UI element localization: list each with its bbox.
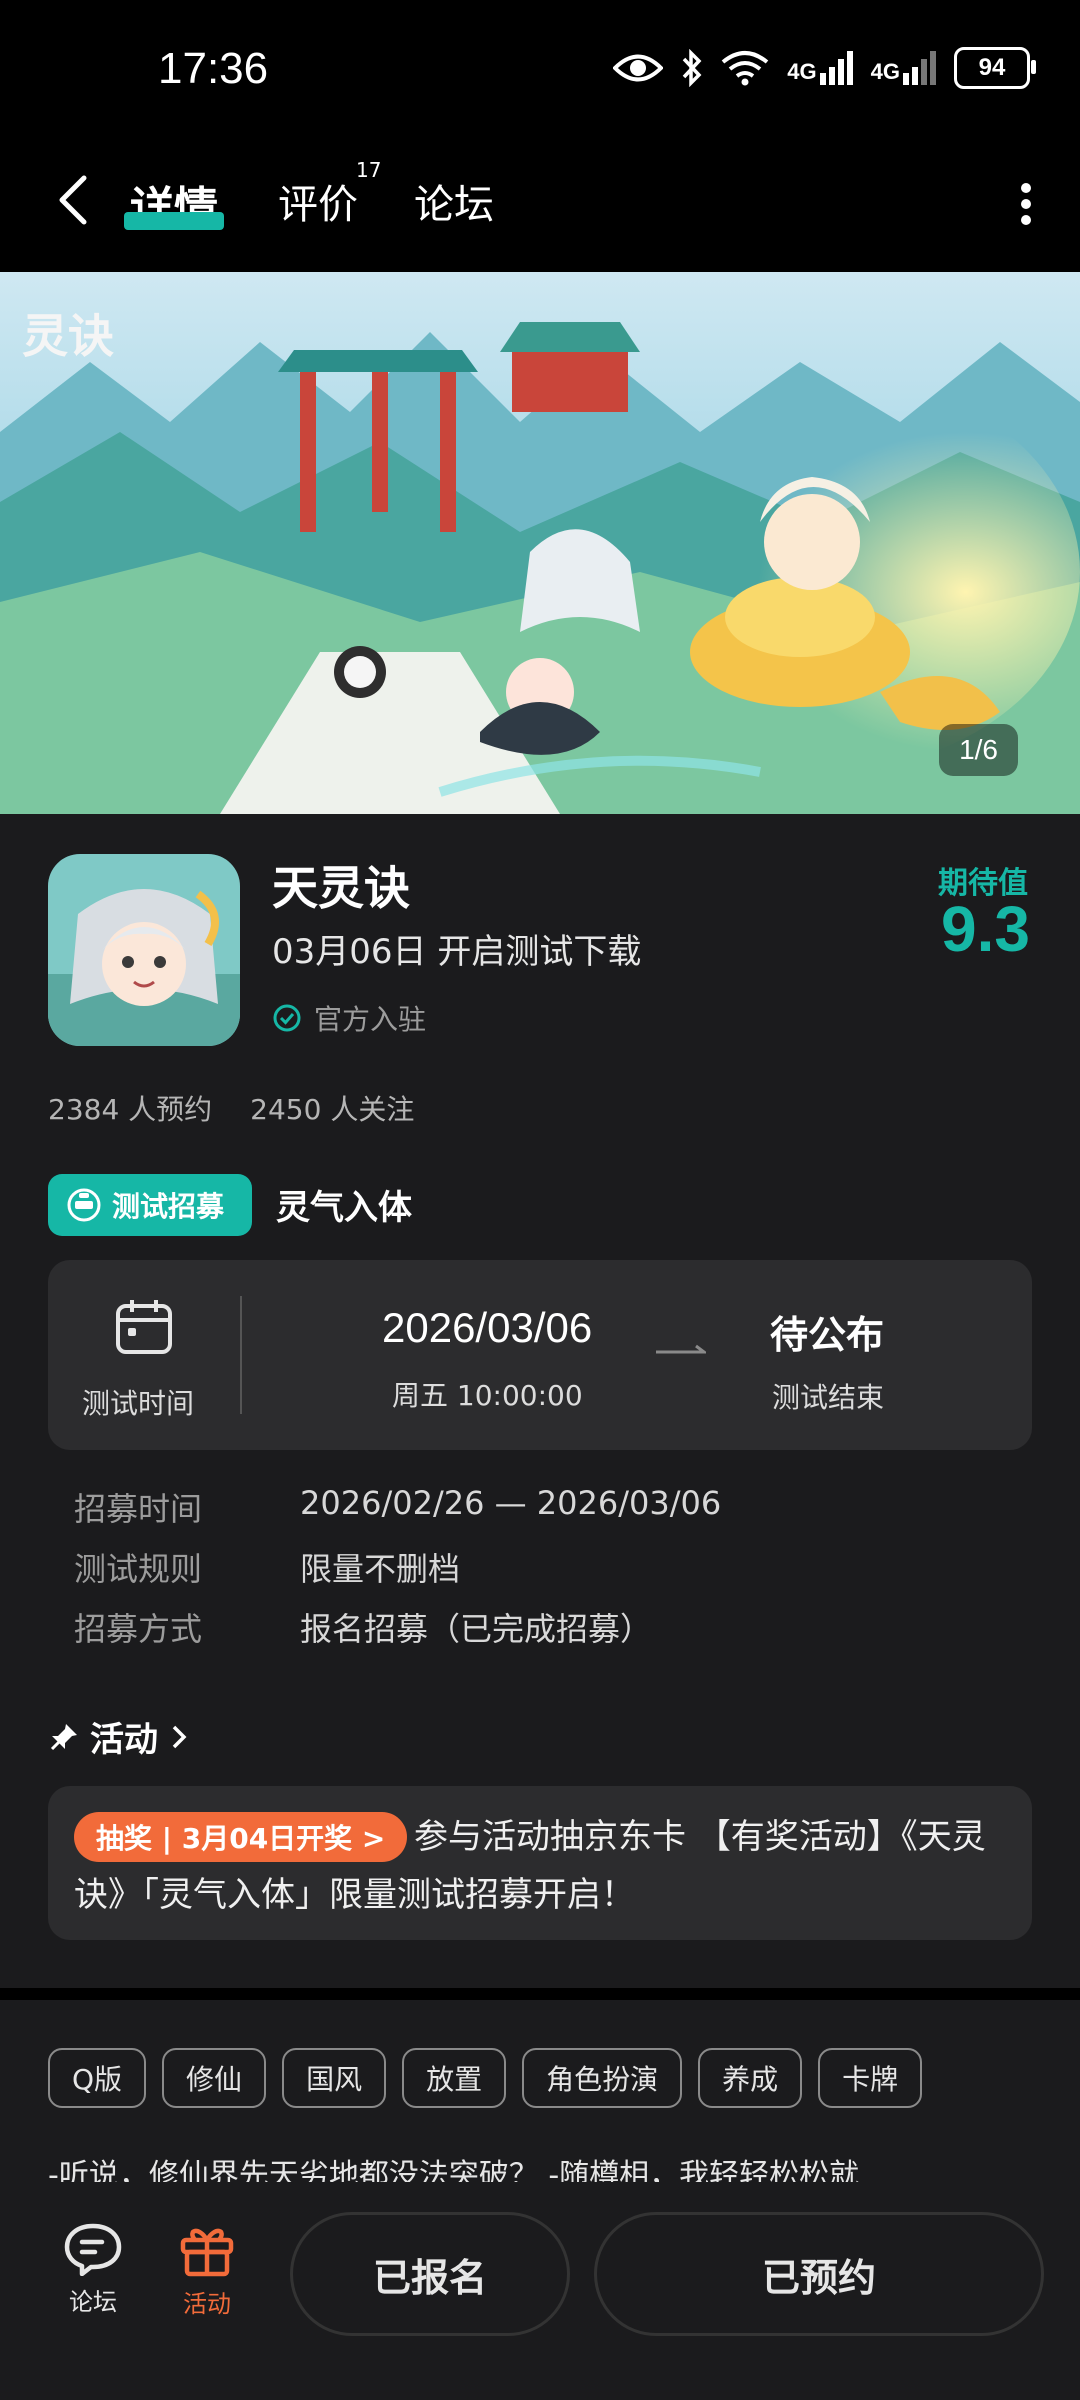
status-icons: 4G 4G 94 xyxy=(613,44,1036,92)
carousel-counter: 1/6 xyxy=(939,724,1018,776)
bottom-activity-button[interactable]: 活动 xyxy=(162,2220,252,2319)
top-nav: 详情 评价 论坛 xyxy=(0,148,1080,272)
test-time-label: 测试时间 xyxy=(82,1387,195,1420)
forum-chat-icon xyxy=(64,2223,122,2277)
reserved-button[interactable]: 已预约 xyxy=(594,2212,1044,2336)
activity-card[interactable]: 参与活动抽京东卡 【有奖活动】《天灵诀》「灵气入体」限量测试招募开启！ 抽奖 |… xyxy=(48,1786,1032,1940)
registered-button[interactable]: 已报名 xyxy=(290,2212,570,2336)
bluetooth-icon xyxy=(683,49,702,87)
calendar-icon xyxy=(116,1300,172,1354)
status-bar: 17:36 4G 4G 94 xyxy=(0,0,1080,148)
test-end-label: 测试结束 xyxy=(772,1381,885,1414)
app-title: 天灵诀 xyxy=(272,861,410,915)
test-icon xyxy=(67,1188,101,1222)
banner-artwork: 灵诀 xyxy=(0,272,1080,814)
card-divider xyxy=(240,1296,242,1414)
cellular-signal-1: 4G xyxy=(787,51,853,85)
recruit-method-value: 报名招募（已完成招募） xyxy=(300,1610,653,1648)
tag-item[interactable]: 卡牌 xyxy=(818,2048,923,2108)
test-rules-label: 测试规则 xyxy=(74,1550,203,1588)
arrow-right-icon xyxy=(656,1344,706,1354)
tab-reviews[interactable]: 评价 xyxy=(278,172,358,230)
wifi-icon xyxy=(722,51,769,86)
official-label: 官方入驻 xyxy=(314,1003,427,1036)
recruit-time-value: 2026/02/26 — 2026/03/06 xyxy=(300,1484,722,1522)
recruit-time-label: 招募时间 xyxy=(74,1490,203,1528)
app-icon xyxy=(48,854,240,1046)
test-open-date: 03月06日 开启测试下载 xyxy=(272,932,642,972)
bottom-activity-label: 活动 xyxy=(183,2290,231,2318)
reservation-count: 2384 人预约 xyxy=(48,1093,213,1126)
chevron-right-icon xyxy=(172,1725,187,1748)
tag-item[interactable]: 放置 xyxy=(402,2048,507,2108)
test-rules-value: 限量不删档 xyxy=(300,1550,461,1588)
tag-item[interactable]: 修仙 xyxy=(162,2048,267,2108)
eye-icon xyxy=(613,54,664,82)
status-time: 17:36 xyxy=(158,44,269,93)
test-start-time: 周五 10:00:00 xyxy=(392,1379,583,1412)
test-phase-name: 灵气入体 xyxy=(276,1188,412,1228)
tab-forum[interactable]: 论坛 xyxy=(414,172,494,230)
test-end-status: 待公布 xyxy=(770,1313,885,1357)
activity-heading: 活动 xyxy=(90,1720,158,1760)
section-separator xyxy=(0,1988,1080,2000)
test-start-date: 2026/03/06 xyxy=(382,1304,593,1351)
test-recruit-badge: 测试招募 xyxy=(48,1174,252,1236)
tag-item[interactable]: Q版 xyxy=(48,2048,147,2108)
cellular-signal-2: 4G xyxy=(871,51,936,85)
check-circle-icon xyxy=(273,1004,301,1032)
test-recruit-label: 测试招募 xyxy=(112,1190,225,1223)
banner-watermark: 灵诀 xyxy=(22,309,114,363)
tag-item[interactable]: 国风 xyxy=(282,2048,387,2108)
activity-section-header[interactable]: 活动 xyxy=(48,1712,192,1761)
bottom-action-bar: 论坛 活动 已报名 已预约 xyxy=(0,2182,1080,2400)
official-badge: 官方入驻 xyxy=(272,998,426,1038)
tag-item[interactable]: 养成 xyxy=(698,2048,803,2108)
tag-item[interactable]: 角色扮演 xyxy=(522,2048,683,2108)
follower-count: 2450 人关注 xyxy=(250,1093,415,1126)
game-description: -听说，修仙界先天劣地都没法突破？ -随樽相，我轻轻松松就 xyxy=(48,2158,860,2182)
bottom-forum-button[interactable]: 论坛 xyxy=(48,2220,138,2317)
test-time-card: 测试时间 2026/03/06 周五 10:00:00 待公布 测试结束 xyxy=(48,1260,1032,1450)
bottom-forum-label: 论坛 xyxy=(69,2288,117,2316)
back-arrow-icon[interactable] xyxy=(50,170,98,230)
expectation-score: 9.3 xyxy=(941,893,1030,965)
reviews-count-badge: 17 xyxy=(356,158,382,182)
recruit-method-label: 招募方式 xyxy=(74,1610,203,1648)
lottery-tag[interactable]: 抽奖 | 3月04日开奖 > xyxy=(74,1812,408,1862)
pin-icon xyxy=(50,1723,77,1750)
stats-row: 2384 人预约 2450 人关注 xyxy=(48,1088,414,1128)
tag-list: Q版 修仙 国风 放置 角色扮演 养成 卡牌 xyxy=(48,2048,923,2108)
more-options-icon[interactable] xyxy=(1020,174,1032,234)
active-tab-indicator xyxy=(124,212,224,230)
screenshot-carousel[interactable]: 灵诀 1/6 xyxy=(0,272,1080,814)
battery-indicator: 94 xyxy=(954,47,1036,89)
gift-icon xyxy=(180,2228,234,2277)
